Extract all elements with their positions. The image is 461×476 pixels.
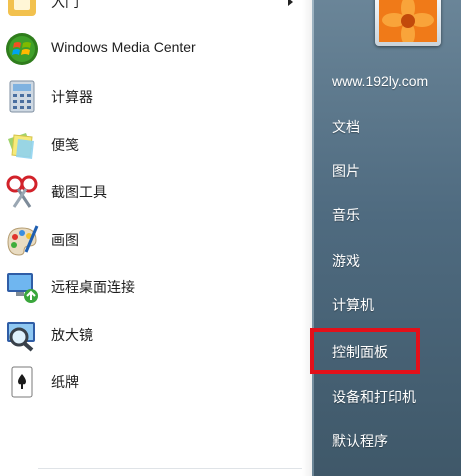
menu-item-sticky-notes[interactable]: 便笺 bbox=[0, 125, 300, 165]
menu-item-snipping-tool[interactable]: 截图工具 bbox=[0, 172, 300, 212]
submenu-arrow-icon bbox=[288, 0, 293, 6]
magnifier-icon bbox=[4, 317, 40, 353]
menu-item-label: Windows Media Center bbox=[51, 39, 196, 55]
sticky-notes-icon bbox=[4, 127, 40, 163]
menu-item-label: 画图 bbox=[51, 232, 79, 248]
menu-item-calculator[interactable]: 计算器 bbox=[0, 77, 300, 117]
menu-separator bbox=[38, 468, 302, 469]
places-item-default-programs[interactable]: 默认程序 bbox=[318, 423, 450, 457]
places-item-games[interactable]: 游戏 bbox=[318, 243, 450, 277]
places-item-label: www.192ly.com bbox=[332, 73, 429, 89]
places-item-documents[interactable]: 文档 bbox=[318, 109, 450, 143]
places-item-computer[interactable]: 计算机 bbox=[318, 287, 450, 321]
menu-item-label: 入门 bbox=[51, 0, 79, 10]
menu-item-label: 放大镜 bbox=[51, 327, 93, 343]
menu-item-paint[interactable]: 画图 bbox=[0, 220, 300, 260]
getting-started-icon bbox=[4, 0, 40, 20]
places-item-website[interactable]: www.192ly.com bbox=[318, 65, 450, 99]
user-picture[interactable] bbox=[375, 0, 441, 46]
menu-item-getting-started[interactable]: 入门 bbox=[0, 0, 300, 22]
places-item-music[interactable]: 音乐 bbox=[318, 197, 450, 231]
menu-item-magnifier[interactable]: 放大镜 bbox=[0, 315, 300, 355]
menu-item-label: 纸牌 bbox=[51, 374, 79, 390]
paint-icon bbox=[4, 222, 40, 258]
menu-item-windows-media-center[interactable]: Windows Media Center bbox=[0, 29, 300, 69]
places-item-pictures[interactable]: 图片 bbox=[318, 153, 450, 187]
menu-item-label: 计算器 bbox=[51, 89, 93, 105]
menu-item-solitaire[interactable]: 纸牌 bbox=[0, 362, 300, 402]
remote-desktop-icon bbox=[4, 269, 40, 305]
menu-item-label: 截图工具 bbox=[51, 184, 107, 200]
windows-media-center-icon bbox=[4, 31, 40, 67]
places-item-label: 文档 bbox=[332, 119, 360, 135]
places-item-label: 计算机 bbox=[332, 297, 374, 313]
start-menu-programs-pane: 入门 Windows Media Center 计算器 便笺 截图工具 画图 远… bbox=[0, 0, 312, 476]
snipping-tool-icon bbox=[4, 174, 40, 210]
places-item-label: 图片 bbox=[332, 163, 360, 179]
places-item-devices-printers[interactable]: 设备和打印机 bbox=[318, 379, 450, 413]
places-item-label: 音乐 bbox=[332, 207, 360, 223]
control-panel-highlight-box bbox=[310, 328, 420, 374]
solitaire-icon bbox=[4, 364, 40, 400]
menu-item-remote-desktop[interactable]: 远程桌面连接 bbox=[0, 267, 300, 307]
places-item-label: 默认程序 bbox=[332, 433, 388, 449]
calculator-icon bbox=[4, 79, 40, 115]
flower-user-picture-icon bbox=[379, 0, 437, 42]
menu-item-label: 便笺 bbox=[51, 137, 79, 153]
menu-item-label: 远程桌面连接 bbox=[51, 279, 135, 295]
places-item-label: 设备和打印机 bbox=[332, 389, 416, 405]
places-item-label: 游戏 bbox=[332, 253, 360, 269]
